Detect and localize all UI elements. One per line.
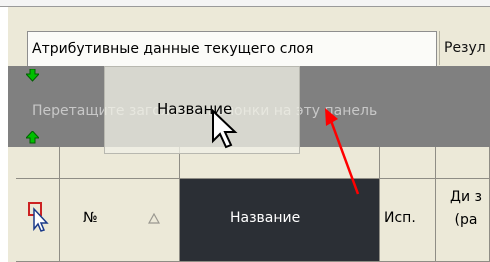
tab-attribute-data[interactable]: Атрибутивные данные текущего слоя [27, 31, 437, 66]
header-select-column[interactable] [16, 179, 60, 262]
drop-down-arrow-icon [26, 69, 39, 82]
select-cursor-icon [28, 202, 49, 232]
annotation-arrow-icon [325, 108, 360, 195]
header-truncated[interactable]: Ди з (ра [436, 179, 490, 262]
drop-up-arrow-icon [26, 131, 39, 144]
tab-results[interactable]: Резул [439, 31, 490, 65]
header-number[interactable]: № [60, 179, 180, 262]
header-performer-label: Исп. [384, 210, 416, 226]
filter-cell[interactable] [436, 147, 490, 179]
header-name-label: Название [230, 210, 301, 226]
filter-cell[interactable] [380, 147, 436, 179]
filter-cell[interactable] [16, 147, 60, 179]
header-number-label: № [83, 210, 98, 226]
data-grid: № Название Исп. Ди з (ра [16, 147, 490, 262]
tab-strip: Атрибутивные данные текущего слоя Резул [8, 7, 490, 66]
sort-ascending-icon [148, 213, 160, 224]
header-truncated-label: Ди з (ра [450, 189, 482, 228]
top-border [0, 0, 490, 7]
drag-ghost-column: Название [104, 66, 300, 154]
header-performer[interactable]: Исп. [380, 179, 436, 262]
mouse-pointer-icon [212, 109, 238, 149]
